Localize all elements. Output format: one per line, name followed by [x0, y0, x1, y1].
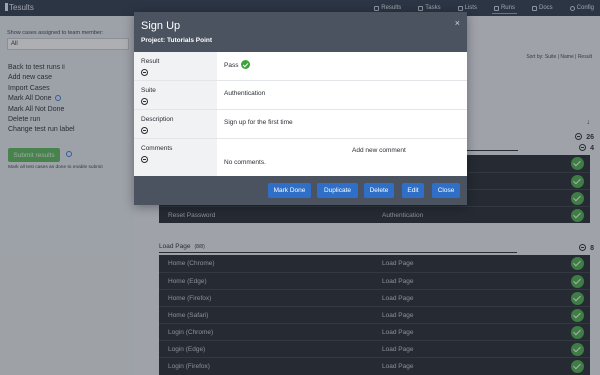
description-label: Description — [141, 116, 174, 123]
description-value: Sign up for the first time — [224, 119, 293, 126]
mark-done-button[interactable]: Mark Done — [268, 183, 311, 198]
result-field: Result Pass — [134, 52, 467, 81]
modal-header: Sign Up Project: Tutorials Point × — [134, 12, 467, 52]
collapse-icon[interactable] — [141, 69, 148, 76]
edit-button[interactable]: Edit — [402, 183, 424, 198]
description-label-cell: Description — [134, 110, 217, 138]
result-value: Pass — [224, 60, 251, 69]
case-detail-modal: Sign Up Project: Tutorials Point × Resul… — [134, 12, 467, 205]
modal-footer: Mark Done Duplicate Delete Edit Close — [134, 176, 467, 205]
description-field: Description Sign up for the first time — [134, 110, 467, 139]
collapse-icon[interactable] — [141, 127, 148, 134]
duplicate-button[interactable]: Duplicate — [317, 183, 358, 198]
suite-field: Suite Authentication — [134, 81, 467, 110]
modal-title: Sign Up — [141, 20, 181, 32]
add-comment-button[interactable]: Add new comment — [349, 145, 409, 156]
comments-field: Comments Add new comment No comments. — [134, 139, 467, 176]
result-text: Pass — [224, 62, 239, 69]
result-label: Result — [141, 58, 160, 65]
close-icon[interactable]: × — [455, 18, 460, 28]
pass-check-icon — [241, 60, 251, 69]
close-button[interactable]: Close — [432, 183, 460, 198]
suite-label-cell: Suite — [134, 81, 217, 109]
modal-subtitle: Project: Tutorials Point — [141, 37, 213, 44]
result-label-cell: Result — [134, 52, 217, 80]
comments-label: Comments — [141, 145, 173, 152]
comments-value: No comments. — [224, 159, 266, 166]
comments-label-cell: Comments — [134, 139, 217, 176]
delete-button[interactable]: Delete — [364, 183, 394, 198]
suite-value: Authentication — [224, 90, 266, 97]
collapse-icon[interactable] — [141, 98, 148, 105]
suite-label: Suite — [141, 87, 156, 94]
collapse-icon[interactable] — [141, 156, 148, 163]
modal-body: Result Pass Suite Authentication Descrip… — [134, 52, 467, 176]
